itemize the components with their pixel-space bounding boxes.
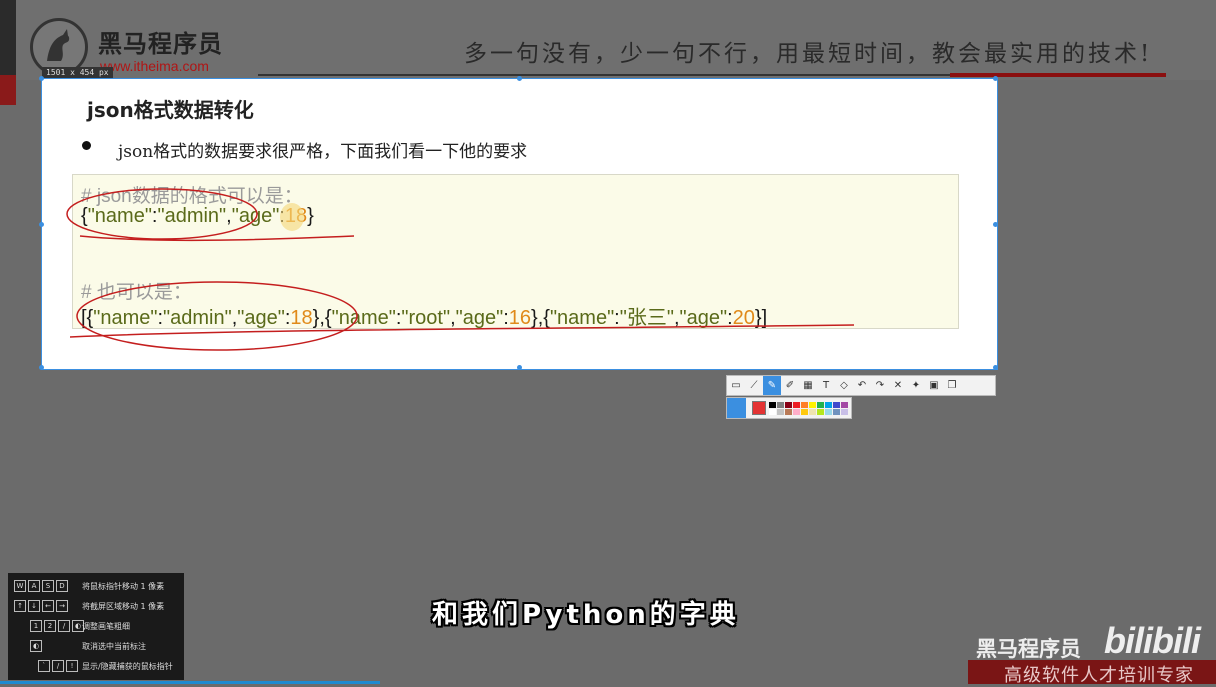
key-cap: ! bbox=[66, 660, 78, 672]
color-swatch[interactable] bbox=[777, 409, 784, 415]
color-swatch[interactable] bbox=[841, 402, 848, 408]
color-swatch[interactable] bbox=[841, 409, 848, 415]
redo-icon[interactable]: ↷ bbox=[871, 376, 889, 395]
color-swatch[interactable] bbox=[825, 409, 832, 415]
color-swatch[interactable] bbox=[777, 402, 784, 408]
cancel-icon[interactable]: ✕ bbox=[889, 376, 907, 395]
key-cap: A bbox=[28, 580, 40, 592]
color-swatch[interactable] bbox=[793, 409, 800, 415]
annotation-toolbar: ▭ ⟋ ✎ ✐ ▦ T ◇ ↶ ↷ ✕ ✦ ▣ ❐ bbox=[726, 375, 996, 396]
shortcut-description: 将截屏区域移动 1 像素 bbox=[82, 602, 165, 611]
color-swatch[interactable] bbox=[793, 402, 800, 408]
resize-handle-sw[interactable] bbox=[39, 365, 44, 370]
color-swatch[interactable] bbox=[769, 402, 776, 408]
shortcut-description: 将鼠标指针移动 1 像素 bbox=[82, 582, 165, 591]
color-swatch[interactable] bbox=[825, 402, 832, 408]
shortcut-help-panel: W A S D 将鼠标指针移动 1 像素 ↑ ↓ ← → 将截屏区域移动 1 像素 1 2/◐ 调整画笔… bbox=[8, 573, 184, 680]
shortcut-keys: WASD bbox=[14, 579, 70, 593]
shortcut-keys: ↑ ↓ ← → bbox=[14, 599, 70, 613]
color-swatch[interactable] bbox=[809, 402, 816, 408]
code-comment-2: # 也可以是： bbox=[81, 282, 192, 303]
bullet-dot bbox=[82, 141, 91, 150]
key-cap: D bbox=[56, 580, 68, 592]
key-cap: ↑ bbox=[14, 600, 26, 612]
header-divider-accent bbox=[950, 73, 1166, 77]
code-line-2: [{"name":"admin","age":18},{"name":"root… bbox=[81, 307, 768, 329]
color-swatch[interactable] bbox=[785, 409, 792, 415]
current-color-swatch[interactable] bbox=[752, 401, 766, 415]
eraser-icon[interactable]: ◇ bbox=[835, 376, 853, 395]
color-swatch[interactable] bbox=[833, 409, 840, 415]
color-swatch[interactable] bbox=[817, 409, 824, 415]
save-icon[interactable]: ▣ bbox=[925, 376, 943, 395]
key-cap: / bbox=[58, 620, 70, 632]
key-cap: → bbox=[56, 600, 68, 612]
shortcut-keys: ◐ bbox=[30, 639, 44, 653]
video-subtitle: 和我们Python的字典 bbox=[432, 600, 740, 630]
color-swatch[interactable] bbox=[809, 409, 816, 415]
resize-handle-nw[interactable] bbox=[39, 76, 44, 81]
color-swatch[interactable] bbox=[801, 409, 808, 415]
color-swatch[interactable] bbox=[801, 402, 808, 408]
resize-handle-ne[interactable] bbox=[993, 76, 998, 81]
brand-name: 黑马程序员 bbox=[98, 30, 223, 58]
bilibili-logo: bilibili bbox=[1104, 620, 1201, 661]
color-swatch[interactable] bbox=[833, 402, 840, 408]
code-line-1: {"name":"admin","age":18} bbox=[81, 205, 314, 227]
brand-url: www.itheima.com bbox=[100, 58, 209, 74]
resize-handle-e[interactable] bbox=[993, 222, 998, 227]
code-comment-1: # json数据的格式可以是： bbox=[81, 186, 303, 207]
watermark-tagline: 高级软件人才培训专家 bbox=[1004, 665, 1194, 686]
code-block: # json数据的格式可以是： {"name":"admin","age":18… bbox=[72, 174, 959, 329]
line-icon[interactable]: ⟋ bbox=[745, 376, 763, 395]
pin-icon[interactable]: ✦ bbox=[907, 376, 925, 395]
color-palette bbox=[726, 397, 852, 419]
mosaic-icon[interactable]: ▦ bbox=[799, 376, 817, 395]
resize-handle-se[interactable] bbox=[993, 365, 998, 370]
resize-handle-w[interactable] bbox=[39, 222, 44, 227]
shortcut-keys: 1 2/◐ bbox=[30, 619, 86, 633]
key-cap: / bbox=[52, 660, 64, 672]
color-swatch[interactable] bbox=[817, 402, 824, 408]
key-cap: ← bbox=[42, 600, 54, 612]
key-cap: ↓ bbox=[28, 600, 40, 612]
brush-size-selector[interactable] bbox=[727, 398, 746, 418]
text-icon[interactable]: T bbox=[817, 376, 835, 395]
key-cap: ` bbox=[38, 660, 50, 672]
key-cap: 2 bbox=[44, 620, 56, 632]
left-edge-accent bbox=[0, 75, 16, 105]
slogan: 多一句没有，少一句不行，用最短时间，教会最实用的技术! bbox=[464, 41, 1153, 67]
color-swatch[interactable] bbox=[785, 402, 792, 408]
shortcut-description: 显示/隐藏捕获的鼠标指针 bbox=[82, 662, 173, 671]
undo-icon[interactable]: ↶ bbox=[853, 376, 871, 395]
watermark-brand: 黑马程序员 bbox=[976, 637, 1081, 661]
key-cap: S bbox=[42, 580, 54, 592]
shortcut-description: 调整画笔粗细 bbox=[82, 622, 130, 631]
slide-title: json格式数据转化 bbox=[87, 98, 254, 122]
capture-selection[interactable]: json格式数据转化 json格式的数据要求很严格，下面我们看一下他的要求 # … bbox=[39, 76, 998, 370]
key-cap: 1 bbox=[30, 620, 42, 632]
resize-handle-s[interactable] bbox=[517, 365, 522, 370]
shortcut-keys: ` /! bbox=[38, 659, 80, 673]
color-swatch[interactable] bbox=[769, 409, 776, 415]
key-cap: ◐ bbox=[30, 640, 42, 652]
pencil-icon[interactable]: ✎ bbox=[763, 376, 781, 395]
copy-icon[interactable]: ❐ bbox=[943, 376, 961, 395]
key-cap: W bbox=[14, 580, 26, 592]
marker-icon[interactable]: ✐ bbox=[781, 376, 799, 395]
resize-handle-n[interactable] bbox=[517, 76, 522, 81]
rect-select-icon[interactable]: ▭ bbox=[727, 376, 745, 395]
shortcut-description: 取消选中当前标注 bbox=[82, 642, 146, 651]
bullet-text: json格式的数据要求很严格，下面我们看一下他的要求 bbox=[118, 142, 528, 162]
